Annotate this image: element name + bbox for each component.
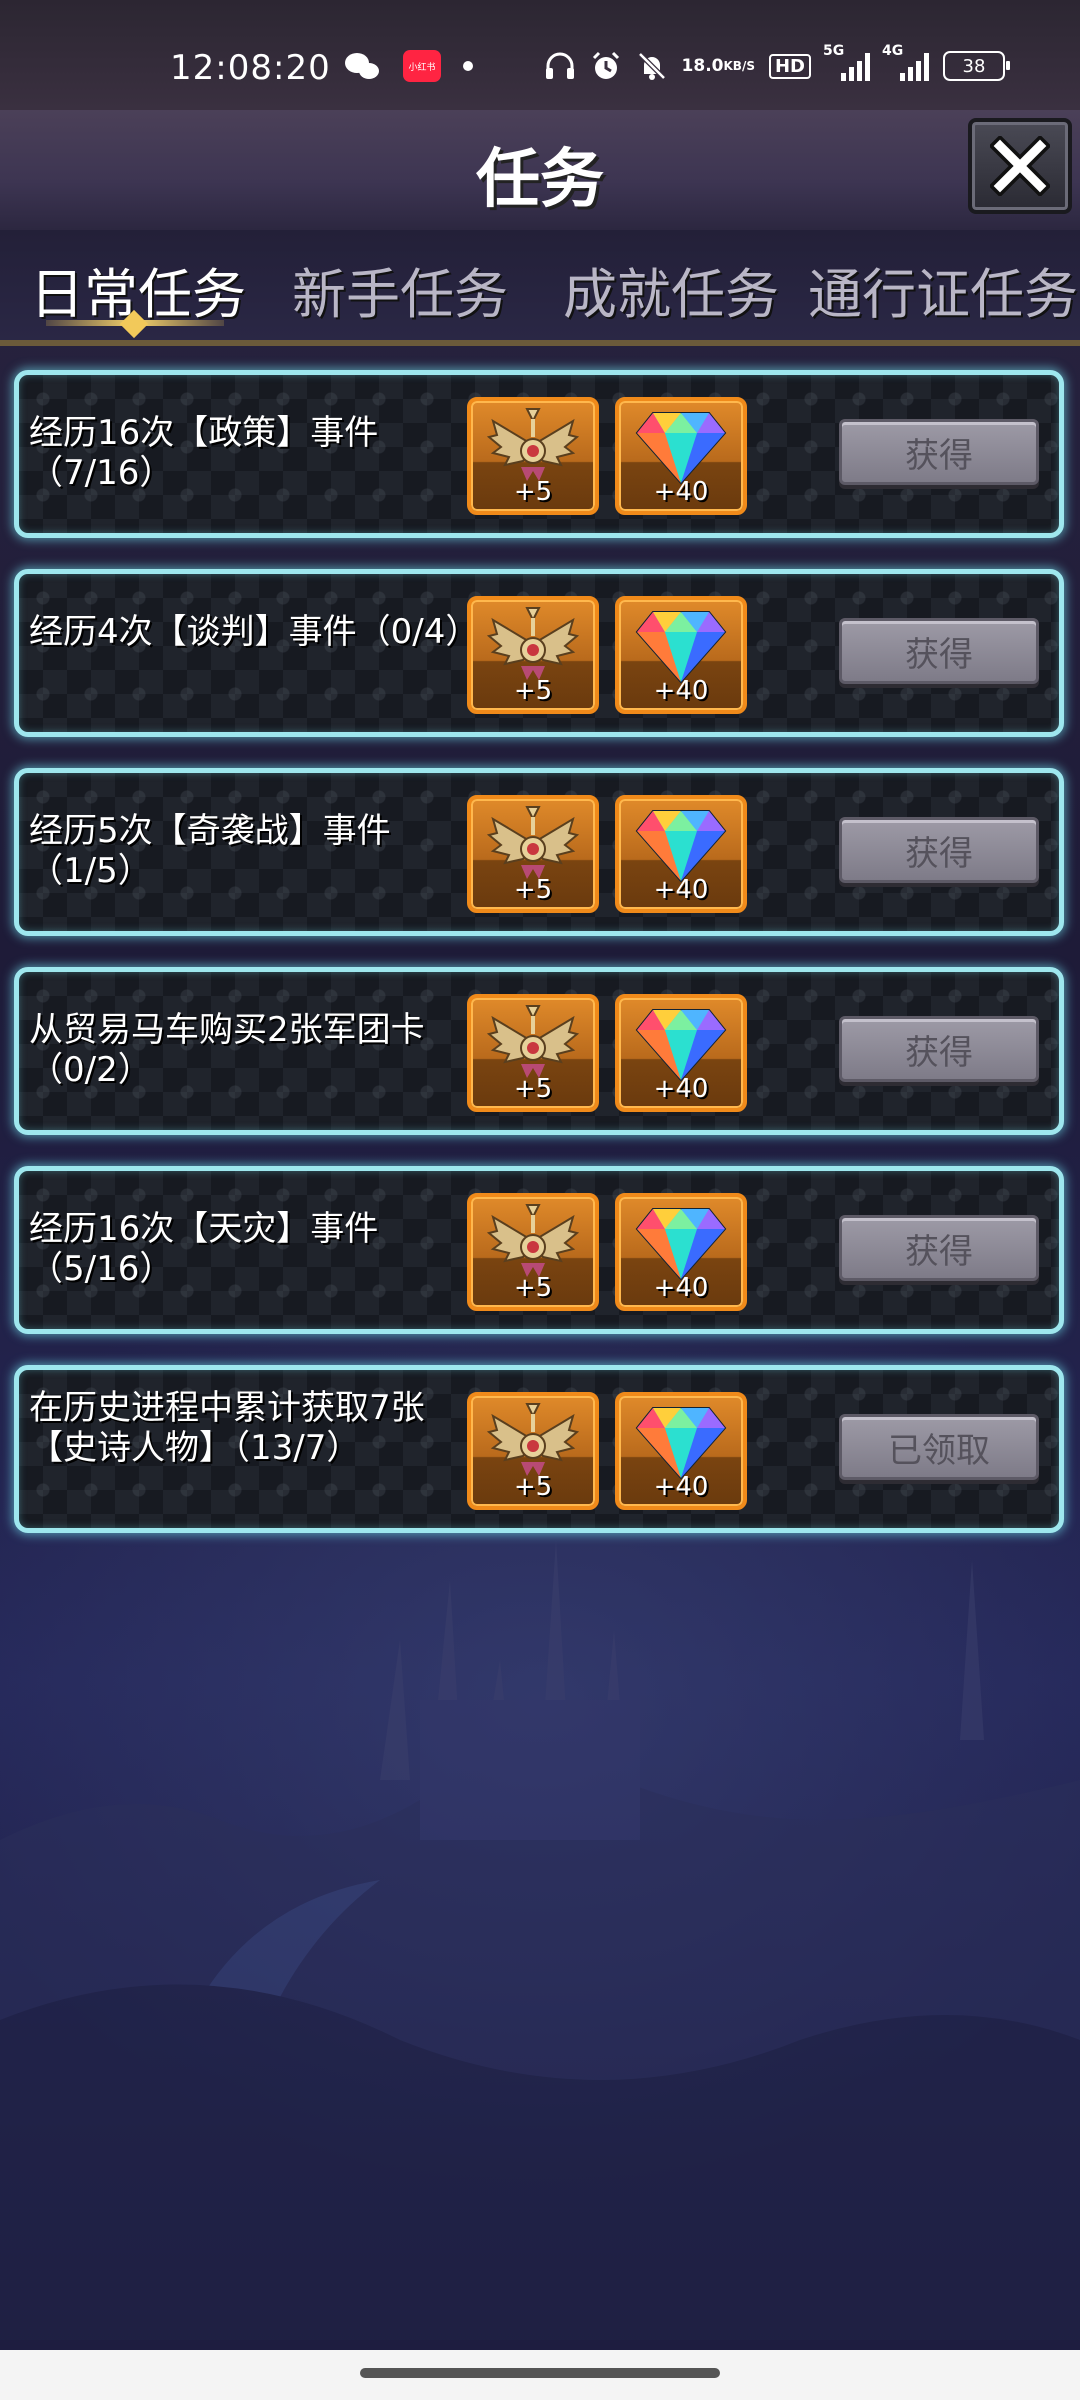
reward-amount: +5 [513,676,553,706]
task-description: 经历16次【政策】事件（7/16） [29,413,379,493]
reward-amount: +40 [653,1472,709,1502]
claim-button[interactable]: 获得 [839,817,1039,883]
reward-amount: +40 [653,1273,709,1303]
task-description: 经历4次【谈判】事件（0/4） [29,612,480,652]
reward-amount: +40 [653,676,709,706]
winged-medal-icon [487,408,579,481]
tab-pass[interactable]: 通行证任务 [808,250,1078,329]
task-card: 从贸易马车购买2张军团卡（0/2） +5 +40 获得 [14,967,1064,1135]
screen: 12:08:20 小红书 18.0 KB/S HD 5G 4G 38 任务 日常… [0,0,1080,2400]
task-description: 在历史进程中累计获取7张【史诗人物】（13/7） [29,1388,425,1468]
reward-amount: +5 [513,1472,553,1502]
status-bar: 12:08:20 小红书 18.0 KB/S HD 5G 4G 38 [0,0,1080,110]
system-icons: 18.0 KB/S HD 5G 4G 38 [544,43,1010,82]
claim-button[interactable]: 获得 [839,419,1039,485]
task-card: 经历16次【政策】事件（7/16） +5 +40 获得 [14,370,1064,538]
claim-button[interactable]: 获得 [839,1016,1039,1082]
wechat-icon [345,51,381,81]
reward-gem[interactable]: +40 [615,1193,747,1311]
more-notifications-dot-icon [463,61,473,71]
network-4g-label: 4G [882,43,904,59]
reward-gem[interactable]: +40 [615,795,747,913]
reward-amount: +5 [513,1074,553,1104]
rainbow-gem-icon [635,1009,727,1082]
hd-voice-icon: HD [768,53,811,79]
reward-gem[interactable]: +40 [615,397,747,515]
network-speed-unit: KB/S [723,58,755,73]
reward-gem[interactable]: +40 [615,994,747,1112]
reward-medal[interactable]: +5 [467,994,599,1112]
tab-newbie[interactable]: 新手任务 [292,250,508,329]
castle-backdrop [0,1540,1080,2340]
signal-5g-icon: 5G [823,43,870,81]
network-5g-label: 5G [823,43,845,59]
reward-amount: +5 [513,875,553,905]
reward-amount: +40 [653,477,709,507]
status-time: 12:08:20 [170,48,331,88]
reward-medal[interactable]: +5 [467,596,599,714]
reward-amount: +40 [653,875,709,905]
rainbow-gem-icon [635,1407,727,1480]
task-card: 在历史进程中累计获取7张【史诗人物】（13/7） +5 +40 已领取 [14,1365,1064,1533]
xiaohongshu-icon: 小红书 [403,50,441,82]
network-speed: 18.0 KB/S [681,55,755,76]
signal-4g-icon: 4G [882,43,929,81]
system-nav-bar [0,2350,1080,2400]
task-description: 经历16次【天灾】事件（5/16） [29,1209,379,1289]
reward-gem[interactable]: +40 [615,1392,747,1510]
notification-icons: 小红书 [345,50,473,82]
headphones-icon [545,52,574,79]
battery-icon: 38 [943,51,1010,81]
alarm-icon [592,51,619,79]
task-card: 经历5次【奇袭战】事件（1/5） +5 +40 获得 [14,768,1064,936]
task-description: 经历5次【奇袭战】事件（1/5） [29,811,391,891]
mute-bell-icon [637,52,666,80]
claim-button[interactable]: 获得 [839,1215,1039,1281]
reward-gem[interactable]: +40 [615,596,747,714]
reward-medal[interactable]: +5 [467,1193,599,1311]
winged-medal-icon [487,607,579,680]
page-title: 任务 [476,143,604,217]
close-button[interactable] [968,118,1072,214]
task-card: 经历4次【谈判】事件（0/4） +5 +40 获得 [14,569,1064,737]
close-icon [990,136,1050,196]
tab-achievement[interactable]: 成就任务 [563,250,779,329]
reward-amount: +5 [513,1273,553,1303]
task-card: 经历16次【天灾】事件（5/16） +5 +40 获得 [14,1166,1064,1334]
winged-medal-icon [487,1403,579,1476]
task-description: 从贸易马车购买2张军团卡（0/2） [29,1010,425,1090]
home-gesture-handle[interactable] [360,2368,720,2378]
reward-medal[interactable]: +5 [467,397,599,515]
reward-amount: +5 [513,477,553,507]
network-speed-value: 18.0 [681,55,724,76]
header-bar: 任务 [0,110,1080,234]
winged-medal-icon [487,1005,579,1078]
winged-medal-icon [487,1204,579,1277]
rainbow-gem-icon [635,1208,727,1281]
winged-medal-icon [487,806,579,879]
rainbow-gem-icon [635,412,727,485]
claimed-button[interactable]: 已领取 [839,1414,1039,1480]
reward-amount: +40 [653,1074,709,1104]
rainbow-gem-icon [635,611,727,684]
reward-medal[interactable]: +5 [467,1392,599,1510]
tab-bar: 日常任务 新手任务 成就任务 通行证任务 [0,230,1080,346]
claim-button[interactable]: 获得 [839,618,1039,684]
rainbow-gem-icon [635,810,727,883]
reward-medal[interactable]: +5 [467,795,599,913]
